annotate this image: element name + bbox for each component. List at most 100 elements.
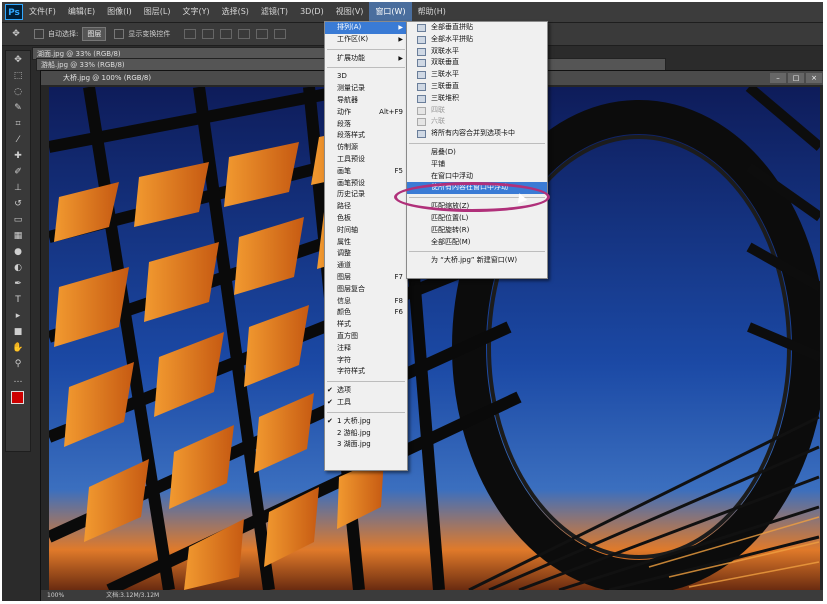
menu-item[interactable]: 3 湖面.jpg [325, 439, 407, 451]
menu-item[interactable]: 扩展功能 ▶ [325, 53, 407, 65]
minimize-icon[interactable]: – [770, 73, 786, 83]
menu-item[interactable]: 三联堆积 [407, 93, 547, 105]
menu-item[interactable]: 色板 [325, 213, 407, 225]
menu-item[interactable]: 三联垂直 [407, 81, 547, 93]
menu-item[interactable]: 匹配缩放(Z) [407, 201, 547, 213]
menu-view[interactable]: 视图(V) [330, 2, 370, 22]
lasso-icon[interactable]: ◌ [10, 86, 26, 98]
menu-filter[interactable]: 滤镜(T) [255, 2, 294, 22]
menu-item[interactable]: 全部垂直拼贴 [407, 22, 547, 34]
clone-stamp-icon[interactable]: ⊥ [10, 182, 26, 194]
menu-item[interactable]: 路径 [325, 201, 407, 213]
close-icon[interactable]: × [806, 73, 822, 83]
align-right-icon[interactable] [274, 29, 287, 39]
menu-item[interactable]: 排列(A) ▶ [325, 22, 407, 34]
pen-icon[interactable]: ✒ [10, 278, 26, 290]
show-transform-checkbox[interactable] [114, 29, 125, 39]
type-icon[interactable]: T [10, 294, 26, 306]
menu-file[interactable]: 文件(F) [23, 2, 62, 22]
menu-item[interactable]: 仿制源 [325, 142, 407, 154]
eyedropper-icon[interactable]: ⁄ [10, 134, 26, 146]
brush-icon[interactable]: ✐ [10, 166, 26, 178]
menu-item[interactable]: ✔ 1 大桥.jpg [325, 416, 407, 428]
menu-item[interactable]: 画笔 F5 [325, 166, 407, 178]
hand-icon[interactable]: ✋ [10, 342, 26, 354]
menu-item[interactable]: 颜色 F6 [325, 307, 407, 319]
menu-item[interactable]: 信息 F8 [325, 296, 407, 308]
align-left-icon[interactable] [238, 29, 251, 39]
menu-select[interactable]: 选择(S) [216, 2, 255, 22]
menu-item-label: 直方图 [337, 331, 358, 340]
menu-item[interactable]: 双联水平 [407, 46, 547, 58]
path-select-icon[interactable]: ▸ [10, 310, 26, 322]
menu-item[interactable]: 历史记录 [325, 189, 407, 201]
menu-3d[interactable]: 3D(D) [294, 2, 330, 22]
zoom-level[interactable]: 100% [47, 592, 64, 599]
menu-item[interactable]: 样式 [325, 319, 407, 331]
menu-item[interactable]: 时间轴 [325, 225, 407, 237]
menu-type[interactable]: 文字(Y) [176, 2, 215, 22]
menu-help[interactable]: 帮助(H) [412, 2, 452, 22]
eraser-icon[interactable]: ▭ [10, 214, 26, 226]
auto-select-checkbox[interactable] [34, 29, 44, 39]
align-bottom-icon[interactable] [220, 29, 233, 39]
menu-item[interactable]: 直方图 [325, 331, 407, 343]
menu-item[interactable]: 工具预设 [325, 154, 407, 166]
menu-item[interactable]: 通道 [325, 260, 407, 272]
menu-image[interactable]: 图像(I) [101, 2, 138, 22]
menu-item[interactable]: 匹配旋转(R) [407, 225, 547, 237]
gradient-icon[interactable]: ▦ [10, 230, 26, 242]
menu-item-shortcut: F8 [394, 296, 403, 305]
menu-item[interactable]: 三联水平 [407, 69, 547, 81]
menu-item[interactable]: 图层复合 [325, 284, 407, 296]
auto-select-dropdown[interactable]: 图层 [82, 27, 107, 41]
marquee-icon[interactable]: ⬚ [10, 70, 26, 82]
align-top-icon[interactable] [184, 29, 197, 39]
menu-item[interactable]: 将所有内容合并到选项卡中 [407, 128, 547, 140]
menu-edit[interactable]: 编辑(E) [62, 2, 101, 22]
dodge-icon[interactable]: ◐ [10, 262, 26, 274]
zoom-icon[interactable]: ⚲ [10, 358, 26, 370]
menu-item[interactable]: 3D [325, 71, 407, 83]
menu-item[interactable]: 工作区(K) ▶ [325, 34, 407, 46]
menu-item[interactable]: 导航器 [325, 95, 407, 107]
crop-icon[interactable]: ⌗ [10, 118, 26, 130]
menu-item[interactable]: 图层 F7 [325, 272, 407, 284]
menu-item[interactable]: 使所有内容在窗口中浮动 [407, 182, 547, 195]
menu-item[interactable]: 2 游船.jpg [325, 428, 407, 440]
menu-item[interactable]: 动作 Alt+F9 [325, 107, 407, 119]
menu-item[interactable]: 层叠(D) [407, 147, 547, 159]
history-brush-icon[interactable]: ↺ [10, 198, 26, 210]
menu-item[interactable]: 平铺 [407, 159, 547, 171]
menu-item[interactable]: 调整 [325, 248, 407, 260]
shape-icon[interactable]: ■ [10, 326, 26, 338]
menu-item[interactable]: ✔ 工具 [325, 397, 407, 409]
menu-item[interactable]: 全部匹配(M) [407, 237, 547, 249]
align-middle-icon[interactable] [202, 29, 215, 39]
menu-item[interactable]: 测量记录 [325, 83, 407, 95]
maximize-icon[interactable]: □ [788, 73, 804, 83]
menu-item[interactable]: 属性 [325, 237, 407, 249]
menu-item[interactable]: 段落样式 [325, 130, 407, 142]
healing-brush-icon[interactable]: ✚ [10, 150, 26, 162]
menu-window[interactable]: 窗口(W) [369, 2, 412, 22]
align-center-icon[interactable] [256, 29, 269, 39]
menu-layer[interactable]: 图层(L) [138, 2, 177, 22]
quick-select-icon[interactable]: ✎ [10, 102, 26, 114]
menu-item[interactable]: 为 “大桥.jpg” 新建窗口(W) [407, 255, 547, 267]
menu-item[interactable]: 画笔预设 [325, 178, 407, 190]
menu-item[interactable]: ✔ 选项 [325, 385, 407, 397]
menu-item[interactable]: 字符样式 [325, 366, 407, 378]
menu-item[interactable]: 双联垂直 [407, 57, 547, 69]
blur-icon[interactable]: ● [10, 246, 26, 258]
menu-item[interactable]: 注释 [325, 343, 407, 355]
menu-item[interactable]: 全部水平拼贴 [407, 34, 547, 46]
menu-item[interactable]: 段落 [325, 119, 407, 131]
menu-item[interactable]: 字符 [325, 355, 407, 367]
menu-item[interactable]: 匹配位置(L) [407, 213, 547, 225]
more-tools-icon[interactable]: … [10, 374, 26, 386]
menu-item[interactable]: 在窗口中浮动 [407, 171, 547, 183]
move-icon[interactable]: ✥ [10, 54, 26, 66]
foreground-color-swatch[interactable] [11, 391, 24, 404]
move-tool-icon[interactable]: ✥ [8, 28, 24, 40]
